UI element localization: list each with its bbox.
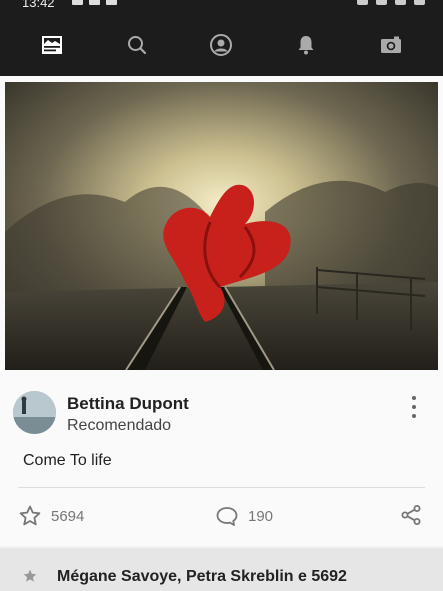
feed-icon: [42, 36, 63, 54]
like-count: 5694: [51, 507, 85, 525]
like-button[interactable]: 5694: [18, 504, 84, 528]
nav-search[interactable]: [114, 25, 160, 65]
nav-feed[interactable]: [29, 25, 75, 65]
post-caption: Come To life: [23, 452, 112, 469]
post-photo[interactable]: [5, 82, 438, 370]
status-bar: 13:42: [0, 0, 443, 14]
star-icon: [19, 505, 41, 526]
author-avatar[interactable]: [13, 391, 56, 434]
divider: [18, 487, 425, 488]
search-icon: [127, 36, 146, 55]
gallery-notification-icon: [72, 0, 83, 5]
share-icon: [401, 505, 421, 525]
signal-icon: [395, 0, 406, 5]
comment-count: 190: [248, 507, 274, 525]
author-subtitle: Recomendado: [67, 417, 172, 434]
more-dot: [412, 414, 416, 418]
nav-notifications[interactable]: [283, 25, 329, 65]
star-icon: [23, 569, 37, 582]
bell-icon: [298, 36, 314, 55]
comment-button[interactable]: 190: [215, 504, 273, 528]
comment-icon: [216, 507, 238, 526]
more-dot: [412, 396, 416, 400]
more-options-button[interactable]: [407, 394, 421, 420]
profile-icon: [210, 34, 233, 56]
share-button[interactable]: [399, 503, 423, 527]
likers-text: Mégane Savoye, Petra Skreblin e 5692: [57, 568, 347, 585]
post-actions: 5694 190: [0, 500, 443, 534]
alarm-icon: [357, 0, 368, 5]
post-card: Bettina Dupont Recomendado Come To life …: [0, 76, 443, 546]
nav-camera[interactable]: [368, 25, 414, 65]
mute-icon: [376, 0, 387, 5]
more-dot: [412, 405, 416, 409]
likers-bar[interactable]: Mégane Savoye, Petra Skreblin e 5692: [0, 548, 443, 591]
nav-profile[interactable]: [198, 25, 244, 65]
top-navigation: [0, 14, 443, 76]
post-author-row: Bettina Dupont Recomendado: [0, 386, 443, 442]
camera-icon: [380, 36, 401, 53]
status-notification-icons: [72, 0, 117, 5]
author-name[interactable]: Bettina Dupont: [67, 394, 189, 414]
status-system-icons: [357, 0, 425, 5]
photo-illustration: [5, 82, 438, 370]
youtube-notification-icon: [106, 0, 117, 5]
battery-icon: [414, 0, 425, 5]
status-time: 13:42: [22, 0, 55, 10]
instagram-notification-icon: [89, 0, 100, 5]
